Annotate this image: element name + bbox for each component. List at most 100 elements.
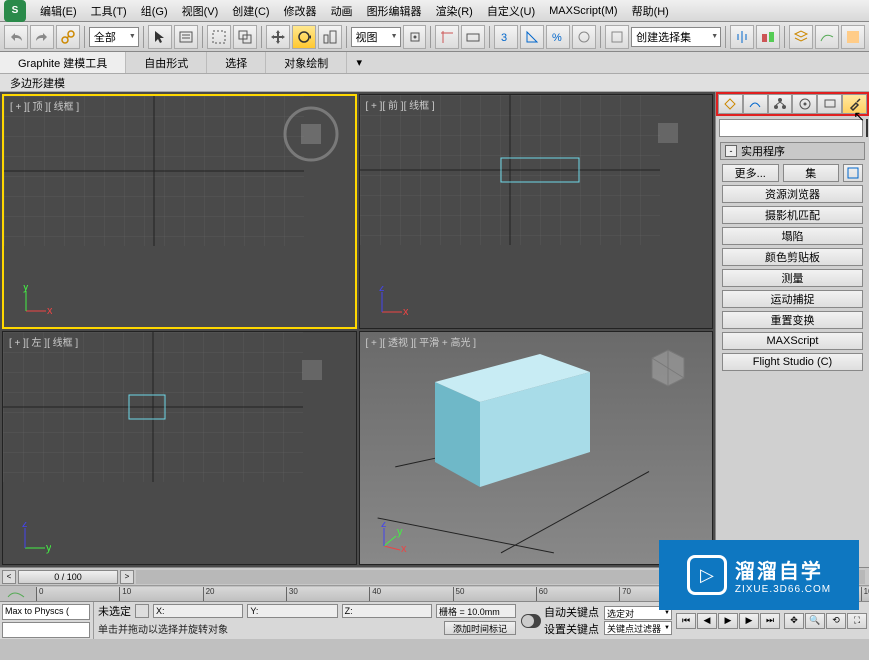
- viewport-left[interactable]: [ + ][ 左 ][ 线框 ] yz: [2, 331, 357, 566]
- align-button[interactable]: [756, 25, 780, 49]
- keyboard-shortcut-button[interactable]: [461, 25, 485, 49]
- viewport-perspective[interactable]: [ + ][ 透视 ][ 平滑 + 高光 ] xyz: [359, 331, 714, 566]
- viewport-front[interactable]: [ + ][ 前 ][ 线框 ] xz: [359, 94, 714, 329]
- more-button[interactable]: 更多...: [722, 164, 779, 182]
- viewcube-icon[interactable]: [640, 342, 696, 398]
- menu-view[interactable]: 视图(V): [176, 1, 225, 21]
- menu-create[interactable]: 创建(C): [226, 1, 275, 21]
- selection-set-combo[interactable]: 创建选择集: [631, 27, 721, 47]
- trackbar-curve-icon[interactable]: [6, 587, 26, 601]
- lock-selection-icon[interactable]: [135, 604, 149, 618]
- select-button[interactable]: [148, 25, 172, 49]
- key-mode-toggle[interactable]: [521, 614, 541, 628]
- schematic-button[interactable]: [841, 25, 865, 49]
- util-collapse[interactable]: 塌陷: [722, 227, 863, 245]
- ribbon-dropdown-icon[interactable]: ▾: [347, 52, 371, 73]
- angle-snap-button[interactable]: [520, 25, 544, 49]
- tab-freeform[interactable]: 自由形式: [126, 52, 207, 73]
- tab-selection[interactable]: 选择: [207, 52, 266, 73]
- menu-modifiers[interactable]: 修改器: [278, 1, 323, 21]
- add-time-tag-button[interactable]: 添加时间标记: [444, 621, 516, 635]
- util-asset-browser[interactable]: 资源浏览器: [722, 185, 863, 203]
- menu-maxscript[interactable]: MAXScript(M): [543, 3, 623, 19]
- goto-end-button[interactable]: ⏭: [760, 613, 780, 629]
- play-button[interactable]: ▶: [718, 613, 738, 629]
- menu-customize[interactable]: 自定义(U): [481, 1, 541, 21]
- named-selections-button[interactable]: [605, 25, 629, 49]
- scale-button[interactable]: [318, 25, 342, 49]
- orbit-button[interactable]: ⟲: [826, 613, 846, 629]
- spinner-snap-button[interactable]: [572, 25, 596, 49]
- percent-snap-button[interactable]: %: [546, 25, 570, 49]
- tab-create-icon[interactable]: [718, 94, 743, 114]
- util-camera-match[interactable]: 摄影机匹配: [722, 206, 863, 224]
- viewport-label[interactable]: [ + ][ 顶 ][ 线框 ]: [10, 98, 79, 113]
- prev-frame-button[interactable]: ◀: [697, 613, 717, 629]
- tab-hierarchy-icon[interactable]: [768, 94, 793, 114]
- sets-button[interactable]: 集: [783, 164, 840, 182]
- goto-start-button[interactable]: ⏮: [676, 613, 696, 629]
- app-logo-icon[interactable]: S: [4, 0, 26, 22]
- viewcube-icon[interactable]: [283, 106, 339, 162]
- timeslider-prev-button[interactable]: <: [2, 570, 16, 584]
- viewport-label[interactable]: [ + ][ 透视 ][ 平滑 + 高光 ]: [366, 334, 477, 349]
- manipulate-button[interactable]: [435, 25, 459, 49]
- viewcube-icon[interactable]: [640, 105, 696, 161]
- menu-graph-editors[interactable]: 图形编辑器: [361, 1, 428, 21]
- util-reset-xform[interactable]: 重置变换: [722, 311, 863, 329]
- rotate-button[interactable]: [292, 25, 316, 49]
- pan-button[interactable]: ✥: [784, 613, 804, 629]
- object-name-input[interactable]: [719, 119, 863, 137]
- util-motion-capture[interactable]: 运动捕捉: [722, 290, 863, 308]
- script-output[interactable]: [2, 622, 90, 638]
- timeslider-handle[interactable]: 0 / 100: [18, 570, 118, 584]
- timeslider-next-button[interactable]: >: [120, 570, 134, 584]
- menu-help[interactable]: 帮助(H): [626, 1, 675, 21]
- viewport-top[interactable]: [ + ][ 顶 ][ 线框 ] xy: [2, 94, 357, 329]
- pivot-button[interactable]: [403, 25, 427, 49]
- tab-modify-icon[interactable]: [743, 94, 768, 114]
- autokey-button[interactable]: 自动关键点: [544, 604, 599, 620]
- move-button[interactable]: [266, 25, 290, 49]
- undo-button[interactable]: [4, 25, 28, 49]
- coord-z[interactable]: Z:: [342, 604, 432, 618]
- tab-graphite[interactable]: Graphite 建模工具: [0, 52, 126, 73]
- maximize-button[interactable]: ⛶: [847, 613, 867, 629]
- config-button[interactable]: [843, 164, 863, 182]
- redo-button[interactable]: [30, 25, 54, 49]
- menu-edit[interactable]: 编辑(E): [34, 1, 83, 21]
- util-flight-studio[interactable]: Flight Studio (C): [722, 353, 863, 371]
- window-crossing-button[interactable]: [233, 25, 257, 49]
- rollout-header-utilities[interactable]: - 实用程序: [720, 142, 865, 160]
- object-color-swatch[interactable]: [866, 119, 868, 137]
- reference-coord-combo[interactable]: 视图: [351, 27, 401, 47]
- setkey-button[interactable]: 设置关键点: [544, 621, 599, 637]
- viewport-label[interactable]: [ + ][ 左 ][ 线框 ]: [9, 334, 78, 349]
- util-maxscript[interactable]: MAXScript: [722, 332, 863, 350]
- key-filter-combo[interactable]: 关键点过滤器: [604, 621, 672, 635]
- zoom-button[interactable]: 🔍: [805, 613, 825, 629]
- mirror-button[interactable]: [730, 25, 754, 49]
- script-input[interactable]: Max to Physcs (: [2, 604, 90, 620]
- rect-region-button[interactable]: [207, 25, 231, 49]
- tab-object-paint[interactable]: 对象绘制: [266, 52, 347, 73]
- select-name-button[interactable]: [174, 25, 198, 49]
- ribbon-sub-tab[interactable]: 多边形建模: [0, 74, 869, 92]
- selection-filter-combo[interactable]: 全部: [89, 27, 139, 47]
- tab-motion-icon[interactable]: [792, 94, 817, 114]
- menu-animation[interactable]: 动画: [325, 1, 359, 21]
- curve-editor-button[interactable]: [815, 25, 839, 49]
- menu-tools[interactable]: 工具(T): [85, 1, 133, 21]
- util-color-clipboard[interactable]: 颜色剪贴板: [722, 248, 863, 266]
- tab-display-icon[interactable]: [817, 94, 842, 114]
- link-button[interactable]: [56, 25, 80, 49]
- viewcube-icon[interactable]: [284, 342, 340, 398]
- menu-group[interactable]: 组(G): [135, 1, 174, 21]
- layers-button[interactable]: [789, 25, 813, 49]
- menu-render[interactable]: 渲染(R): [430, 1, 479, 21]
- viewport-label[interactable]: [ + ][ 前 ][ 线框 ]: [366, 97, 435, 112]
- snap-button[interactable]: 3: [494, 25, 518, 49]
- coord-x[interactable]: X:: [153, 604, 243, 618]
- util-measure[interactable]: 测量: [722, 269, 863, 287]
- coord-y[interactable]: Y:: [247, 604, 337, 618]
